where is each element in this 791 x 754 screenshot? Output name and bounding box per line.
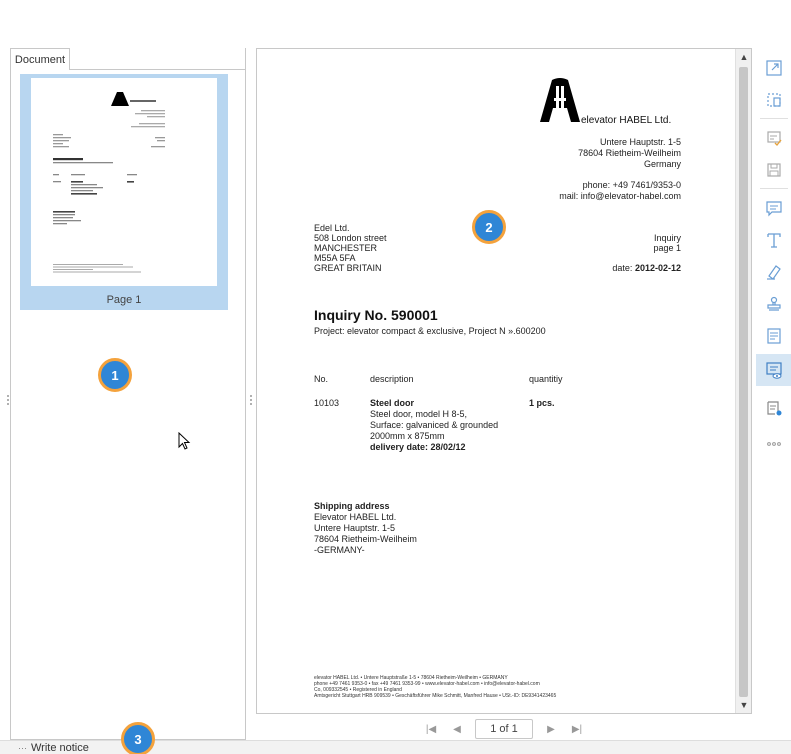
document-viewer[interactable]: elevator HABEL Ltd. Untere Hauptstr. 1-5… xyxy=(256,48,752,714)
save-icon[interactable] xyxy=(756,154,791,186)
thumbnail-label: Page 1 xyxy=(106,294,142,306)
document-title: Inquiry No. 590001 xyxy=(314,307,438,323)
previous-page-icon[interactable]: ◀ xyxy=(449,721,465,737)
document-date: date: 2012-02-12 xyxy=(612,263,681,273)
scroll-up-icon[interactable]: ▲ xyxy=(736,49,751,65)
sender-phone: phone: +49 7461/9353-0 xyxy=(582,180,681,190)
item-quantity: 1 pcs. xyxy=(529,398,555,408)
recipient-country: GREAT BRITAIN xyxy=(314,263,382,273)
item-line: Steel door, model H 8-5, xyxy=(370,409,468,419)
col-header-quantity: quantitiy xyxy=(529,374,563,384)
comment-icon[interactable] xyxy=(756,192,791,224)
recipient-city: MANCHESTER xyxy=(314,243,378,253)
sender-mail: mail: info@elevator-habel.com xyxy=(559,191,681,201)
vertical-scrollbar[interactable]: ▲ ▼ xyxy=(735,49,751,713)
crop-icon[interactable] xyxy=(756,84,791,116)
stamp-icon[interactable] xyxy=(756,288,791,320)
shipping-line: Untere Hauptstr. 1-5 xyxy=(314,523,396,533)
annotation-marker-2: 2 xyxy=(472,210,506,244)
export-icon[interactable] xyxy=(756,52,791,84)
col-header-no: No. xyxy=(314,374,329,384)
highlighter-icon[interactable] xyxy=(756,256,791,288)
company-logo-icon xyxy=(540,78,580,122)
item-delivery-date: delivery date: 28/02/12 xyxy=(370,442,466,452)
scroll-thumb[interactable] xyxy=(739,67,748,697)
mouse-cursor-icon xyxy=(178,432,191,450)
recipient-name: Edel Ltd. xyxy=(314,223,350,233)
sender-country: Germany xyxy=(643,159,681,169)
sign-check-icon[interactable] xyxy=(756,122,791,154)
shipping-heading: Shipping address xyxy=(314,501,390,511)
page-thumbnail[interactable] xyxy=(31,78,217,286)
more-icon[interactable] xyxy=(756,428,791,460)
form-icon[interactable] xyxy=(756,320,791,352)
document-page: elevator HABEL Ltd. Untere Hauptstr. 1-5… xyxy=(257,49,735,713)
left-splitter-handle[interactable] xyxy=(3,388,13,412)
page-indicator: page 1 xyxy=(653,243,681,253)
item-number: 10103 xyxy=(314,398,340,408)
next-page-icon[interactable]: ▶ xyxy=(543,721,559,737)
sender-street: Untere Hauptstr. 1-5 xyxy=(599,137,681,147)
tab-document[interactable]: Document xyxy=(10,48,70,70)
tab-divider xyxy=(70,69,246,70)
last-page-icon[interactable]: ▶| xyxy=(569,721,585,737)
item-line: 2000mm x 875mm xyxy=(370,431,445,441)
toolbar-divider xyxy=(760,118,788,119)
annotation-marker-3: 3 xyxy=(121,722,155,754)
document-type: Inquiry xyxy=(653,233,681,243)
item-title: Steel door xyxy=(370,398,415,408)
thumbnail-preview xyxy=(53,92,165,273)
app-window: Document Page 1 elevator HABEL Ltd. Unte… xyxy=(0,0,791,754)
project-line: Project: elevator compact & exclusive, P… xyxy=(314,326,546,336)
right-toolbar xyxy=(756,48,791,468)
recipient-street: 508 London street xyxy=(314,233,387,243)
shipping-line: 78604 Rietheim-Weilheim xyxy=(314,534,417,544)
status-menu-icon[interactable]: ··· xyxy=(18,743,27,753)
logo-text: elevator HABEL Ltd. xyxy=(581,115,672,126)
text-icon[interactable] xyxy=(756,224,791,256)
center-splitter-handle[interactable] xyxy=(246,388,256,412)
footer-line: Amtsgericht Stuttgart HRB 909539 • Gesch… xyxy=(314,693,557,699)
attach-note-icon[interactable] xyxy=(756,392,791,424)
review-icon[interactable] xyxy=(756,354,791,386)
toolbar-divider xyxy=(760,188,788,189)
item-line: Surface: galvaniced & grounded xyxy=(370,420,499,430)
page-number-field[interactable]: 1 of 1 xyxy=(475,719,533,739)
status-bar: ··· Write notice xyxy=(0,740,791,754)
col-header-description: description xyxy=(370,374,414,384)
write-notice-label[interactable]: Write notice xyxy=(31,742,89,754)
annotation-marker-1: 1 xyxy=(98,358,132,392)
scroll-down-icon[interactable]: ▼ xyxy=(736,697,751,713)
shipping-line: -GERMANY- xyxy=(314,545,365,555)
recipient-postcode: M55A 5FA xyxy=(314,253,356,263)
sender-city: 78604 Rietheim-Weilheim xyxy=(578,148,681,158)
shipping-line: Elevator HABEL Ltd. xyxy=(314,512,397,522)
first-page-icon[interactable]: |◀ xyxy=(423,721,439,737)
